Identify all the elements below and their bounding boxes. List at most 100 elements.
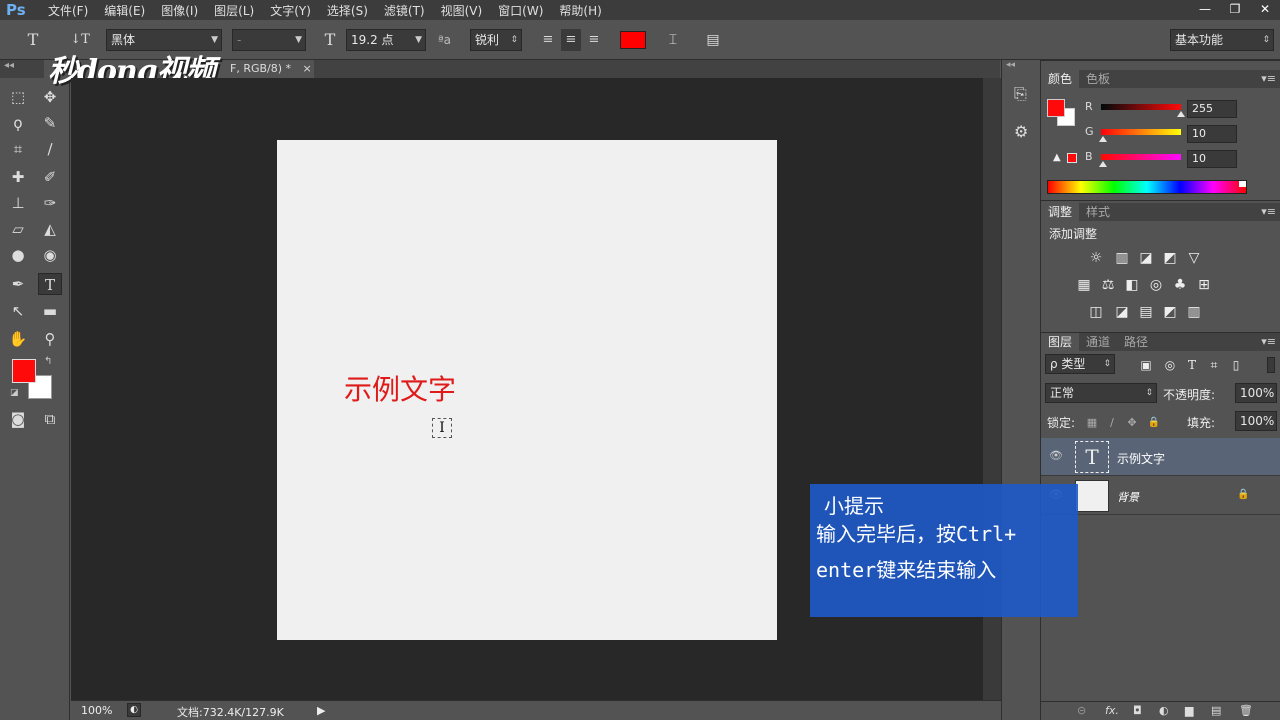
zoom-tool-icon[interactable]: ⚲ bbox=[38, 328, 62, 350]
tool-preset-icon[interactable]: T bbox=[18, 29, 48, 51]
channel-mixer-icon[interactable]: ♣ bbox=[1171, 277, 1189, 293]
lasso-tool-icon[interactable]: ϙ bbox=[6, 112, 30, 134]
foreground-color-swatch[interactable] bbox=[1047, 99, 1065, 117]
type-filter-icon[interactable]: T bbox=[1183, 357, 1201, 373]
pixel-filter-icon[interactable]: ▣ bbox=[1137, 357, 1155, 373]
lock-transparent-icon[interactable]: ▦ bbox=[1083, 415, 1101, 431]
red-slider[interactable]: R 255 bbox=[1085, 100, 1277, 120]
menu-help[interactable]: 帮助(H) bbox=[551, 2, 609, 19]
spectrum-white-swatch[interactable] bbox=[1239, 181, 1246, 187]
clone-stamp-tool-icon[interactable]: ⊥ bbox=[6, 192, 30, 214]
rectangle-tool-icon[interactable]: ▬ bbox=[38, 300, 62, 322]
color-spectrum-bar[interactable] bbox=[1047, 180, 1247, 194]
green-knob[interactable] bbox=[1099, 136, 1107, 142]
visibility-eye-icon[interactable]: 👁 bbox=[1049, 449, 1063, 462]
marquee-tool-icon[interactable]: ⬚ bbox=[6, 86, 30, 108]
posterize-icon[interactable]: ◪ bbox=[1113, 304, 1131, 320]
lock-all-icon[interactable]: 🔒 bbox=[1145, 415, 1163, 431]
curves-icon[interactable]: ◪ bbox=[1137, 250, 1155, 266]
eyedropper-tool-icon[interactable]: ∕ bbox=[38, 138, 62, 160]
adjustment-filter-icon[interactable]: ◎ bbox=[1161, 357, 1179, 373]
exposure-icon[interactable]: ◩ bbox=[1161, 250, 1179, 266]
new-group-icon[interactable]: ▆ bbox=[1185, 704, 1193, 717]
warp-text-icon[interactable]: ⌶ bbox=[662, 29, 684, 51]
screen-mode-icon[interactable]: ⧉ bbox=[38, 408, 62, 430]
quick-select-tool-icon[interactable]: ✎ bbox=[38, 112, 62, 134]
red-track[interactable] bbox=[1101, 104, 1181, 110]
expand-icon[interactable]: ◂◂ bbox=[1006, 60, 1015, 70]
panel-menu-icon[interactable]: ▾≡ bbox=[1261, 72, 1276, 85]
blue-knob[interactable] bbox=[1099, 161, 1107, 167]
tab-channels[interactable]: 通道 bbox=[1079, 333, 1117, 351]
blue-track[interactable] bbox=[1101, 154, 1181, 160]
status-info-icon[interactable]: ◐ bbox=[127, 703, 141, 717]
status-menu-arrow-icon[interactable]: ▶ bbox=[317, 704, 325, 717]
hue-saturation-icon[interactable]: ▦ bbox=[1075, 277, 1093, 293]
lock-image-icon[interactable]: ∕ bbox=[1103, 415, 1121, 431]
collapse-icon[interactable]: ◂◂ bbox=[4, 60, 14, 71]
color-lookup-icon[interactable]: ⊞ bbox=[1195, 277, 1213, 293]
link-layers-icon[interactable]: ⊝ bbox=[1077, 704, 1086, 717]
canvas-text-layer[interactable]: 示例文字 bbox=[344, 368, 456, 408]
blue-value[interactable]: 10 bbox=[1187, 150, 1237, 168]
lock-position-icon[interactable]: ✥ bbox=[1123, 415, 1141, 431]
tab-adjustments[interactable]: 调整 bbox=[1041, 203, 1080, 221]
close-window-button[interactable]: ✕ bbox=[1250, 0, 1280, 20]
antialias-select[interactable]: 锐利 ⇕ bbox=[470, 29, 522, 51]
document-canvas[interactable]: 示例文字 I bbox=[277, 140, 777, 640]
restore-button[interactable]: ❐ bbox=[1220, 0, 1250, 20]
menu-view[interactable]: 视图(V) bbox=[433, 2, 491, 19]
tab-swatches[interactable]: 色板 bbox=[1079, 70, 1117, 88]
menu-filter[interactable]: 滤镜(T) bbox=[376, 2, 433, 19]
tab-color[interactable]: 颜色 bbox=[1041, 70, 1080, 88]
quick-mask-icon[interactable]: ◙ bbox=[6, 408, 30, 430]
delete-layer-icon[interactable]: 🗑 bbox=[1239, 704, 1253, 717]
red-value[interactable]: 255 bbox=[1187, 100, 1237, 118]
menu-image[interactable]: 图像(I) bbox=[153, 2, 206, 19]
swap-colors-icon[interactable]: ↰ bbox=[44, 356, 52, 367]
gamut-color-swatch[interactable] bbox=[1067, 153, 1077, 163]
threshold-icon[interactable]: ▤ bbox=[1137, 304, 1155, 320]
hand-tool-icon[interactable]: ✋ bbox=[6, 328, 30, 350]
align-right-icon[interactable]: ≡ bbox=[584, 29, 604, 51]
menu-file[interactable]: 文件(F) bbox=[40, 2, 96, 19]
brightness-icon[interactable]: ☼ bbox=[1087, 250, 1105, 266]
menu-window[interactable]: 窗口(W) bbox=[490, 2, 551, 19]
selective-color-icon[interactable]: ◩ bbox=[1161, 304, 1179, 320]
menu-edit[interactable]: 编辑(E) bbox=[96, 2, 153, 19]
menu-type[interactable]: 文字(Y) bbox=[262, 2, 319, 19]
tab-paths[interactable]: 路径 bbox=[1117, 333, 1155, 351]
type-tool-icon[interactable]: T bbox=[38, 273, 62, 295]
path-select-tool-icon[interactable]: ↖ bbox=[6, 300, 30, 322]
menu-layer[interactable]: 图层(L) bbox=[206, 2, 262, 19]
layer-name[interactable]: 背景 bbox=[1117, 489, 1139, 505]
font-style-select[interactable]: - ▼ bbox=[232, 29, 306, 51]
layer-name[interactable]: 示例文字 bbox=[1117, 450, 1165, 467]
blend-mode-select[interactable]: 正常 ⇕ bbox=[1045, 383, 1157, 403]
align-center-icon[interactable]: ≡ bbox=[561, 29, 581, 51]
green-value[interactable]: 10 bbox=[1187, 125, 1237, 143]
character-panel-icon[interactable]: ▤ bbox=[702, 29, 724, 51]
new-layer-icon[interactable]: ▤ bbox=[1211, 704, 1221, 717]
layer-row-text[interactable]: 👁 T 示例文字 bbox=[1041, 438, 1280, 476]
layer-filter-select[interactable]: ρ 类型 ⇕ bbox=[1045, 354, 1115, 374]
green-slider[interactable]: G 10 bbox=[1085, 125, 1277, 145]
filter-toggle[interactable] bbox=[1267, 357, 1275, 373]
fx-icon[interactable]: fx. bbox=[1105, 704, 1119, 717]
blue-slider[interactable]: B 10 bbox=[1085, 150, 1277, 170]
eraser-tool-icon[interactable]: ▱ bbox=[6, 218, 30, 240]
brush-tool-icon[interactable]: ✐ bbox=[38, 166, 62, 188]
close-tab-icon[interactable]: × bbox=[303, 62, 312, 75]
zoom-level[interactable]: 100% bbox=[81, 704, 112, 717]
panel-menu-icon[interactable]: ▾≡ bbox=[1261, 205, 1276, 218]
black-white-icon[interactable]: ◧ bbox=[1123, 277, 1141, 293]
healing-brush-tool-icon[interactable]: ✚ bbox=[6, 166, 30, 188]
invert-icon[interactable]: ◫ bbox=[1087, 304, 1105, 320]
font-size-select[interactable]: 19.2 点 ▼ bbox=[346, 29, 426, 51]
photo-filter-icon[interactable]: ◎ bbox=[1147, 277, 1165, 293]
history-panel-icon[interactable]: ⎘ bbox=[1014, 84, 1027, 104]
menu-select[interactable]: 选择(S) bbox=[319, 2, 376, 19]
opacity-input[interactable]: 100% bbox=[1235, 383, 1277, 403]
text-color-swatch[interactable] bbox=[620, 31, 646, 49]
red-knob[interactable] bbox=[1177, 111, 1185, 117]
